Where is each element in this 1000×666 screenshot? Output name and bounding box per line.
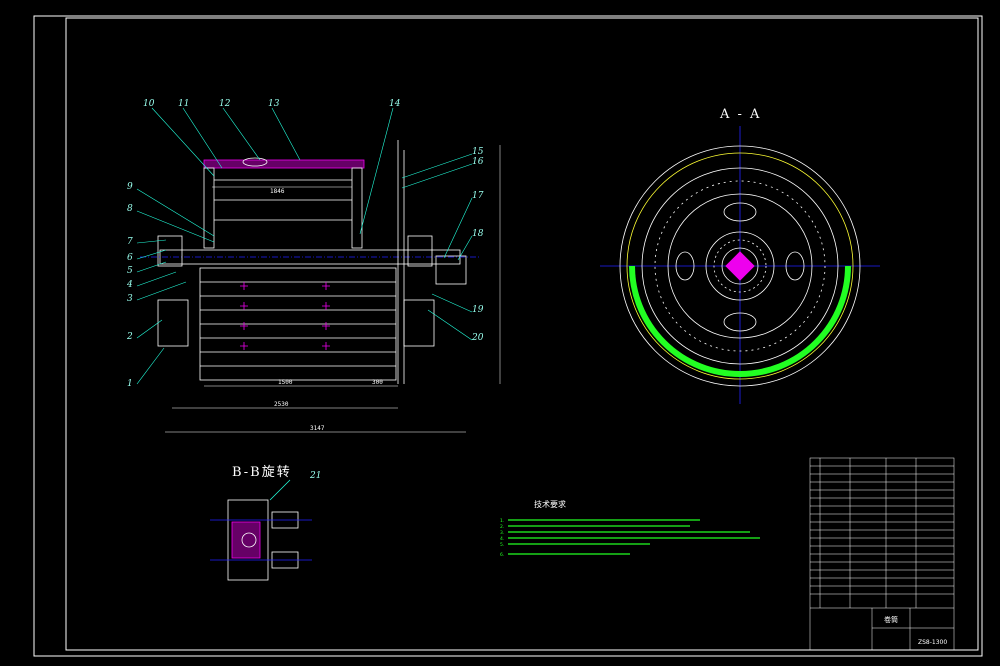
- section-aa-view: [600, 126, 880, 404]
- label-17: 17: [472, 191, 484, 201]
- section-aa-title: A - A: [719, 107, 761, 122]
- label-12: 12: [219, 99, 231, 109]
- svg-text:2.: 2.: [500, 524, 504, 530]
- label-16: 16: [472, 157, 484, 167]
- dim-2530: 2530: [274, 401, 289, 408]
- label-3: 3: [127, 294, 133, 304]
- section-bb-view: [210, 479, 312, 581]
- leader-lines: [136, 107, 473, 385]
- dim-1500: 1500: [278, 379, 293, 386]
- label-9: 9: [127, 182, 133, 192]
- label-1: 1: [127, 379, 133, 389]
- dim-300: 300: [372, 379, 383, 386]
- title-block-drawing-no: ZS8-1300: [918, 639, 947, 646]
- svg-text:4.: 4.: [500, 536, 504, 542]
- engineering-drawing-sheet: 10 11 12 13 14 9 8 7 6 5 4 3 2 1 15 16 1…: [33, 15, 983, 657]
- label-21: 21: [309, 471, 321, 481]
- label-8: 8: [127, 204, 133, 214]
- tech-req-text-strokes: [508, 519, 760, 555]
- label-15: 15: [472, 147, 484, 157]
- label-4: 4: [126, 280, 133, 290]
- label-13: 13: [268, 99, 280, 109]
- drum-top-plate: [203, 159, 365, 169]
- label-18: 18: [472, 229, 484, 239]
- label-6: 6: [127, 253, 133, 263]
- right-flange: [351, 167, 363, 249]
- left-bearing-lower: [157, 299, 189, 347]
- label-2: 2: [126, 332, 133, 342]
- drum-crosses: [240, 282, 330, 350]
- svg-text:3.: 3.: [500, 530, 504, 536]
- label-7: 7: [127, 237, 133, 247]
- tech-req-lines: 1. 2. 3. 4. 5. 6.: [500, 518, 504, 558]
- part-labels: 10 11 12 13 14 9 8 7 6 5 4 3 2 1 15 16 1…: [126, 99, 484, 389]
- svg-text:6.: 6.: [500, 552, 504, 558]
- coupling: [435, 255, 467, 285]
- right-bearing-lower: [403, 299, 435, 347]
- svg-text:1.: 1.: [500, 518, 504, 524]
- inner-border: [65, 17, 979, 651]
- label-5: 5: [127, 266, 133, 276]
- dim-1846: 1846: [270, 188, 285, 195]
- label-11: 11: [178, 99, 189, 109]
- label-20: 20: [471, 333, 484, 343]
- title-block-name: 卷筒: [884, 615, 898, 624]
- dimension-lines: [165, 145, 501, 433]
- left-flange: [203, 167, 215, 249]
- tech-req-title: 技术要求: [534, 499, 566, 509]
- label-14: 14: [389, 99, 401, 109]
- svg-text:5.: 5.: [500, 542, 504, 548]
- title-block: [809, 457, 955, 651]
- label-10: 10: [143, 99, 155, 109]
- label-19: 19: [472, 305, 484, 315]
- section-bb-title: B-B旋转: [232, 465, 292, 480]
- front-section-view: [140, 140, 480, 384]
- outer-border: [33, 15, 983, 657]
- right-bearing-upper: [407, 235, 433, 267]
- dim-3147: 3147: [310, 425, 325, 432]
- shaft-key: [725, 251, 755, 281]
